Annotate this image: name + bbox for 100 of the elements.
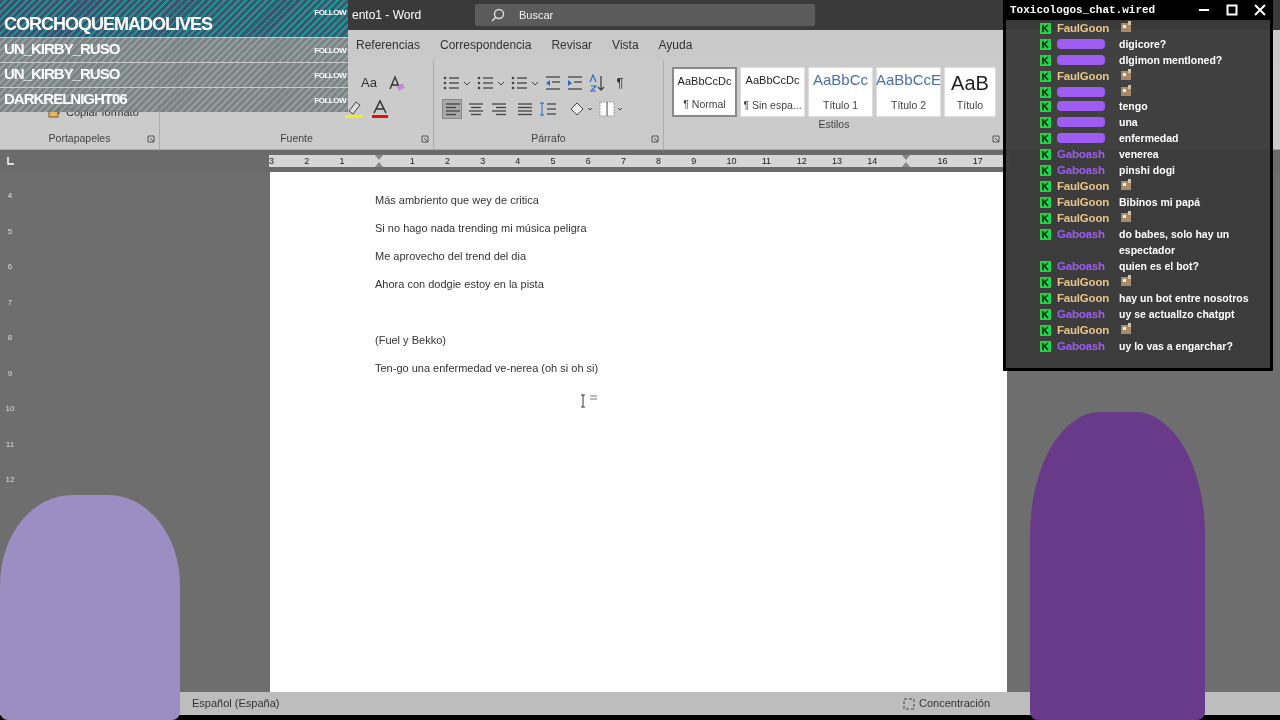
indent-marker-icon[interactable] [902,155,911,167]
search-icon [491,8,505,22]
style-gallery-item[interactable]: AaBbCcE Título 2 [876,67,941,117]
chat-message: Bibinos mi papá [1119,195,1201,210]
ruler-number: 1 [339,156,345,166]
follow-label: FOLLOW [314,7,346,19]
ribbon-tab[interactable]: Referencias [356,36,431,54]
ruler-number: 17 [972,156,983,166]
increase-indent-icon[interactable] [566,73,584,92]
chat-message: venerea [1119,147,1159,162]
chat-message: uy se actuallzo chatgpt [1119,307,1235,322]
moderator-badge-icon [1040,149,1051,160]
group-label: Portapapeles [48,132,111,144]
focus-mode-button[interactable]: Concentración [903,695,990,712]
align-icon [444,100,460,117]
clear-formatting-icon [387,73,405,92]
chat-username: FaulGoon [1057,291,1111,306]
indent-marker-icon[interactable] [374,155,383,167]
change-case-button[interactable]: Aa [355,72,383,93]
chat-username: FaulGoon [1057,179,1111,194]
ruler-number: 8 [656,156,662,166]
language-status[interactable]: Español (España) [192,695,280,712]
style-gallery-item[interactable]: AaB Título [944,67,996,117]
moderator-badge-icon [1040,23,1051,34]
tab-stop-icon[interactable] [6,157,14,165]
chat-message: uy lo vas a engarchar? [1119,339,1233,354]
ruler-number: 12 [5,475,15,484]
document-line: Me aprovecho del trend del dia [375,250,527,262]
ruler-number: 3 [269,156,274,166]
ribbon-tab[interactable]: Revisar [551,36,603,54]
chat-username: FaulGoon [1057,69,1111,84]
decrease-indent-icon[interactable] [544,73,562,92]
sort-icon[interactable] [588,73,606,92]
ruler-number: 5 [7,226,13,236]
chat-username: Gaboash [1057,339,1106,354]
follower-name: UN_KIRBY_RUSO [4,39,120,59]
emote-icon [1119,68,1133,81]
emote-icon [1119,20,1133,33]
moderator-badge-icon [1040,229,1051,240]
document-line: (Fuel y Bekko) [375,334,446,346]
ruler-number: 2 [304,156,310,166]
text-cursor-icon [578,394,598,408]
chat-message: pinshi dogi [1119,163,1175,178]
moderator-badge-icon [1040,197,1051,208]
dialog-launcher-icon[interactable] [651,135,659,143]
chat-username: FaulGoon [1057,211,1111,226]
maximize-icon[interactable] [1226,4,1238,16]
chat-message: digicore? [1119,37,1167,52]
style-gallery-item[interactable]: AaBbCc Título 1 [808,67,873,117]
font-color-icon[interactable] [369,98,391,119]
moderator-badge-icon [1040,133,1051,144]
ribbon-tab[interactable]: Correspondencia [440,36,542,54]
follow-label: FOLLOW [314,45,346,57]
emote-icon [1119,322,1133,335]
ruler-number: 8 [7,333,13,342]
chat-message: enfermedad [1119,131,1179,146]
chat-message: quien es el bot? [1119,259,1199,274]
ruler-number: 4 [7,191,13,200]
paragraph-mark-button[interactable]: ¶ [610,72,630,93]
moderator-badge-icon [1040,165,1051,176]
follow-label: FOLLOW [314,70,346,82]
emote-icon [1119,210,1133,223]
chat-username: Gaboash [1057,307,1106,322]
ruler-number: 7 [620,156,626,166]
ruler-number: 5 [550,156,556,166]
emote-icon [1119,178,1133,191]
style-gallery-item[interactable]: AaBbCcDc ¶ Normal [672,67,737,117]
dialog-launcher-icon[interactable] [992,135,1000,143]
moderator-badge-icon [1040,101,1051,112]
dialog-launcher-icon[interactable] [421,135,429,143]
style-gallery-item[interactable]: AaBbCcDc ¶ Sin espa... [740,67,805,117]
ribbon-tab[interactable]: Vista [612,36,649,54]
focus-icon [903,697,916,710]
ruler-number: 9 [7,368,13,378]
ruler-number: 9 [691,156,697,166]
ruler-number: 3 [480,156,486,166]
emote-icon [1119,84,1133,97]
chat-message: tengo [1119,99,1148,114]
close-icon[interactable] [1254,4,1266,16]
ruler-number: 4 [515,156,521,166]
align-icon [516,100,532,117]
ruler-number: 2 [444,156,450,166]
chat-username: FaulGoon [1057,275,1111,290]
moderator-badge-icon [1040,39,1051,50]
search-box[interactable]: Buscar [475,4,815,26]
chat-username: FaulGoon [1057,323,1111,338]
align-button[interactable] [442,98,462,119]
ribbon-tab[interactable]: Ayuda [658,36,703,54]
group-label: Estilos [818,118,850,130]
dialog-launcher-icon[interactable] [147,135,155,143]
moderator-badge-icon [1040,341,1051,352]
document-line: Ten-go una enfermedad ve-nerea (oh si oh si) [375,362,599,374]
chat-message: una [1119,115,1138,130]
chat-username: FaulGoon [1057,195,1111,210]
group-label: Fuente [280,132,313,144]
ruler-number: 6 [7,262,13,271]
align-icon [492,100,508,117]
ruler-number: 10 [5,404,15,413]
moderator-badge-icon [1040,71,1051,82]
moderator-badge-icon [1040,293,1051,304]
